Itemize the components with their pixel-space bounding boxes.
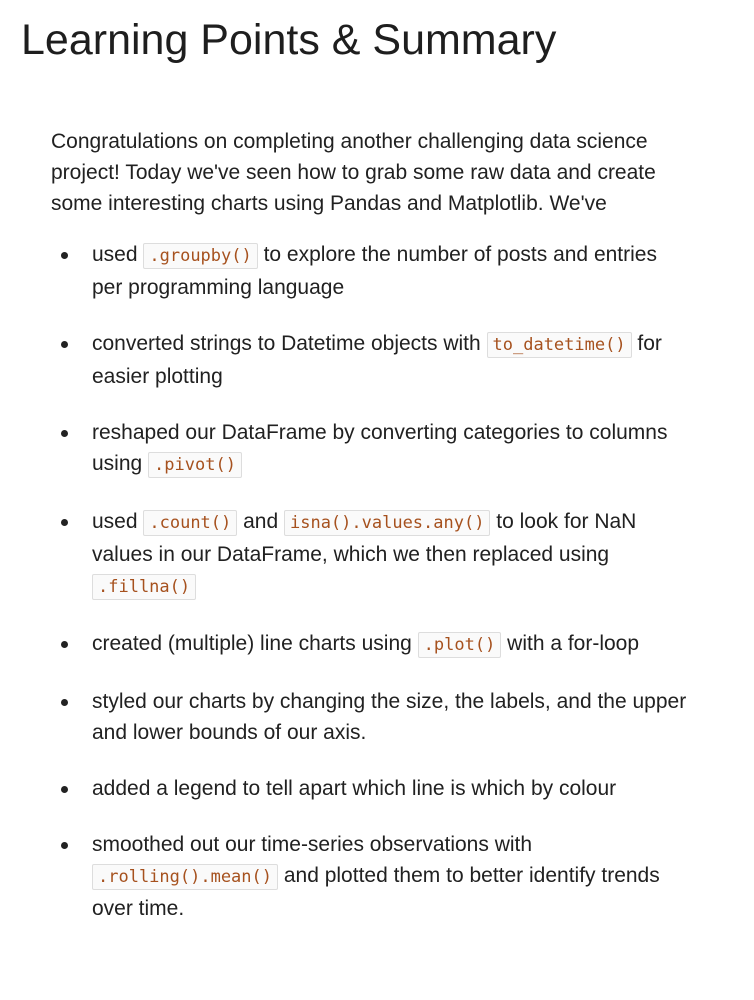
summary-content: Congratulations on completing another ch… bbox=[51, 126, 691, 949]
inline-code: .plot() bbox=[417, 632, 502, 658]
bullet-text: added a legend to tell apart which line … bbox=[92, 777, 617, 800]
list-item: converted strings to Datetime objects wi… bbox=[51, 328, 691, 392]
page-title: Learning Points & Summary bbox=[21, 16, 557, 64]
inline-code: .pivot() bbox=[148, 452, 242, 478]
inline-code: .groupby() bbox=[143, 243, 258, 269]
inline-code: .count() bbox=[143, 510, 238, 536]
inline-code: .rolling().mean() bbox=[92, 864, 278, 890]
inline-code: isna().values.any() bbox=[283, 510, 491, 536]
bullet-text: converted strings to Datetime objects wi… bbox=[92, 332, 487, 355]
list-item: smoothed out our time-series observation… bbox=[51, 829, 691, 924]
bullet-text: smoothed out our time-series observation… bbox=[92, 833, 533, 856]
list-item: used .count() and isna().values.any() to… bbox=[51, 506, 691, 603]
learning-points-list: used .groupby() to explore the number of… bbox=[51, 239, 691, 924]
bullet-text: styled our charts by changing the size, … bbox=[92, 690, 687, 744]
list-item: used .groupby() to explore the number of… bbox=[51, 239, 691, 303]
bullet-text: created (multiple) line charts using bbox=[92, 632, 418, 655]
bullet-text: with a for-loop bbox=[501, 632, 640, 655]
intro-paragraph: Congratulations on completing another ch… bbox=[51, 130, 656, 215]
inline-code: .fillna() bbox=[92, 574, 197, 600]
bullet-text: used bbox=[92, 510, 144, 533]
list-item: styled our charts by changing the size, … bbox=[51, 686, 691, 748]
list-item: reshaped our DataFrame by converting cat… bbox=[51, 417, 691, 481]
inline-code: to_datetime() bbox=[486, 332, 632, 358]
bullet-text: and bbox=[237, 510, 284, 533]
list-item: created (multiple) line charts using .pl… bbox=[51, 628, 691, 661]
bullet-text: used bbox=[92, 243, 144, 266]
list-item: added a legend to tell apart which line … bbox=[51, 773, 691, 804]
